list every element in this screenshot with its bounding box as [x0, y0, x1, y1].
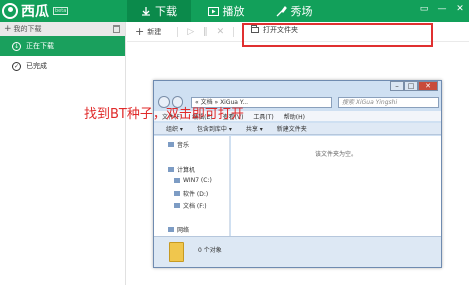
logo-icon [2, 3, 18, 19]
tab-show-label: 秀场 [290, 5, 313, 18]
menu-help[interactable]: 帮助(H) [284, 112, 305, 121]
new-task-button[interactable]: + 新建 [135, 25, 161, 38]
xigua-app: 西瓜 beta 下载 播放 秀场 ▭ — ✕ + 我的下载 ↓ 正在下载 ✓ 已… [0, 0, 469, 285]
nav-item-label: 软件 (D:) [183, 191, 209, 198]
explorer-window-controls: – □ ✕ [390, 81, 438, 91]
tab-play[interactable]: 播放 [196, 0, 256, 22]
nav-item-network[interactable]: 网络 [168, 225, 189, 234]
explorer-command-bar: 组织 ▾ 包含到库中 ▾ 共享 ▾ 新建文件夹 [154, 123, 441, 135]
nav-item-drive-f[interactable]: 文档 (F:) [174, 201, 207, 210]
window-controls: ▭ — ✕ [419, 4, 465, 14]
nav-item-music[interactable]: 音乐 [168, 140, 189, 149]
trash-icon[interactable] [113, 25, 120, 33]
add-icon[interactable]: + [4, 24, 12, 34]
network-icon [168, 227, 174, 232]
tab-download-label: 下载 [155, 5, 177, 18]
share-button[interactable]: 共享 ▾ [246, 124, 263, 133]
sidebar-item-completed[interactable]: ✓ 已完成 [0, 56, 125, 76]
brush-icon [276, 5, 287, 16]
nav-item-label: WIN7 (C:) [183, 177, 212, 184]
menu-tools[interactable]: 工具(T) [253, 112, 273, 121]
plus-icon: + [135, 25, 145, 38]
object-count: 0 个对象 [198, 247, 222, 254]
folder-content: 该文件夹为空。 [231, 136, 441, 236]
navigation-pane: 音乐 计算机 WIN7 (C:) 软件 (D:) 文档 (F:) 网络 [154, 136, 230, 236]
task-controls: ▷ ‖ ✕ [177, 26, 235, 37]
explorer-close-button[interactable]: ✕ [418, 81, 438, 91]
details-pane: 0 个对象 [154, 236, 441, 267]
nav-item-label: 音乐 [177, 142, 190, 149]
sidebar-item-label: 已完成 [26, 62, 47, 70]
tab-play-label: 播放 [222, 5, 245, 18]
tab-show[interactable]: 秀场 [262, 0, 326, 22]
nav-item-drive-d[interactable]: 软件 (D:) [174, 189, 208, 198]
play-icon [207, 6, 219, 16]
new-task-label: 新建 [147, 27, 162, 36]
download-icon [142, 7, 150, 16]
download-circle-icon: ↓ [12, 41, 21, 51]
pause-icon[interactable]: ‖ [203, 27, 208, 37]
new-folder-button[interactable]: 新建文件夹 [277, 124, 307, 133]
nav-item-drive-c[interactable]: WIN7 (C:) [174, 177, 212, 184]
delete-icon[interactable]: ✕ [217, 27, 225, 37]
beta-badge: beta [53, 7, 69, 15]
nav-item-label: 文档 (F:) [183, 203, 207, 210]
restore-button[interactable]: ▭ [419, 4, 429, 14]
top-bar: 西瓜 beta 下载 播放 秀场 ▭ — ✕ [0, 0, 469, 22]
computer-icon [168, 167, 174, 172]
drive-icon [174, 191, 180, 196]
annotation-text: 找到BT种子，双击即可打开 [84, 107, 244, 122]
music-icon [168, 142, 174, 147]
include-in-library-button[interactable]: 包含到库中 ▾ [197, 124, 232, 133]
divider [177, 26, 179, 37]
search-input[interactable]: 搜索 XiGua Yingshi [337, 96, 439, 108]
nav-item-computer[interactable]: 计算机 [168, 165, 195, 174]
sidebar-item-downloading[interactable]: ↓ 正在下载 [0, 36, 125, 56]
empty-folder-message: 该文件夹为空。 [314, 151, 357, 158]
divider [233, 26, 235, 37]
tab-download[interactable]: 下载 [127, 0, 191, 22]
sidebar-item-label: 正在下载 [26, 42, 54, 50]
app-name: 西瓜 [21, 4, 49, 20]
explorer-minimize-button[interactable]: – [390, 81, 404, 91]
organize-button[interactable]: 组织 ▾ [166, 124, 183, 133]
sidebar-header-label: 我的下载 [13, 25, 42, 33]
check-circle-icon: ✓ [12, 61, 21, 71]
explorer-maximize-button[interactable]: □ [404, 81, 418, 91]
highlight-box [242, 23, 433, 47]
drive-icon [174, 203, 180, 208]
sidebar-header: + 我的下载 [0, 22, 125, 36]
app-logo: 西瓜 beta [2, 2, 69, 20]
drive-icon [174, 178, 180, 183]
minimize-button[interactable]: — [437, 4, 447, 14]
close-button[interactable]: ✕ [455, 4, 465, 14]
nav-item-label: 网络 [177, 227, 190, 234]
nav-item-label: 计算机 [177, 167, 196, 174]
sidebar: + 我的下载 ↓ 正在下载 ✓ 已完成 [0, 22, 126, 285]
start-icon[interactable]: ▷ [187, 27, 194, 37]
folder-icon [169, 242, 184, 262]
